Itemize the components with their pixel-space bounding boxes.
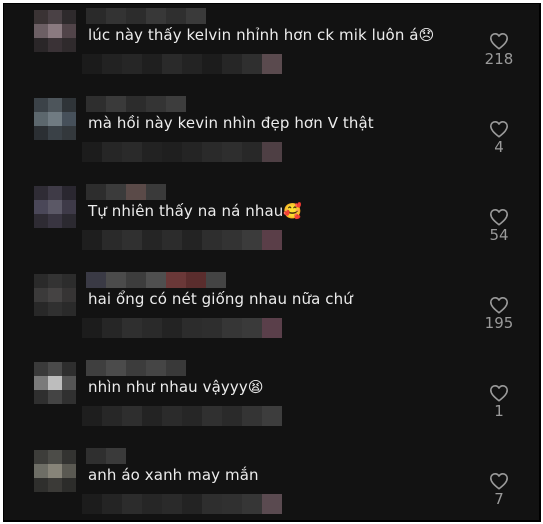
username-redacted[interactable] (86, 360, 186, 376)
comment-text-body: Tự nhiên thấy na ná nhau (88, 202, 284, 220)
comment-item: hai ổng có nét giống nhau nữa chứ 195 (4, 272, 539, 360)
username-redacted[interactable] (86, 8, 206, 24)
comment-emoji: 🥰 (283, 202, 303, 220)
avatar[interactable] (34, 98, 76, 140)
avatar[interactable] (34, 274, 76, 316)
comment-text-body: hai ổng có nét giống nhau nữa chứ (88, 290, 353, 308)
like-count: 7 (494, 490, 504, 508)
comment-emoji: 😞 (418, 26, 435, 44)
comment-list: lúc này thấy kelvin nhỉnh hơn ck mik luô… (3, 3, 541, 522)
avatar[interactable] (34, 362, 76, 404)
comment-text-body: lúc này thấy kelvin nhỉnh hơn ck mik luô… (88, 26, 419, 44)
like-count: 1 (494, 402, 504, 420)
like-count: 195 (484, 314, 514, 332)
comment-text: nhìn như nhau vậyyy😫 (88, 378, 264, 396)
comment-meta-redacted (82, 406, 282, 426)
username-redacted[interactable] (86, 272, 226, 288)
comment-item: lúc này thấy kelvin nhỉnh hơn ck mik luô… (4, 8, 539, 96)
heart-outline-icon[interactable] (489, 296, 509, 314)
comment-emoji: 😫 (247, 378, 264, 396)
heart-outline-icon[interactable] (489, 120, 509, 138)
comment-item: anh áo xanh may mắn 7 (4, 448, 539, 520)
comment-meta-redacted (82, 230, 282, 250)
avatar[interactable] (34, 186, 76, 228)
comment-text-body: mà hồi này kevin nhìn đẹp hơn V thật (88, 114, 374, 132)
heart-outline-icon[interactable] (489, 208, 509, 226)
like-count: 4 (494, 138, 504, 156)
comment-meta-redacted (82, 494, 282, 514)
comment-text: anh áo xanh may mắn (88, 466, 259, 484)
comment-item: Tự nhiên thấy na ná nhau🥰 54 (4, 184, 539, 272)
comment-item: mà hồi này kevin nhìn đẹp hơn V thật 4 (4, 96, 539, 184)
comment-text: Tự nhiên thấy na ná nhau🥰 (88, 202, 302, 220)
comment-text: mà hồi này kevin nhìn đẹp hơn V thật (88, 114, 374, 132)
comment-meta-redacted (82, 142, 282, 162)
username-redacted[interactable] (86, 96, 186, 112)
comment-text: lúc này thấy kelvin nhỉnh hơn ck mik luô… (88, 26, 434, 44)
comment-text-body: anh áo xanh may mắn (88, 466, 259, 484)
heart-outline-icon[interactable] (489, 32, 509, 50)
like-count: 54 (489, 226, 509, 244)
username-redacted[interactable] (86, 184, 166, 200)
like-count: 218 (484, 50, 514, 68)
comment-meta-redacted (82, 54, 282, 74)
comment-item: nhìn như nhau vậyyy😫 1 (4, 360, 539, 448)
heart-outline-icon[interactable] (489, 472, 509, 490)
comment-text-body: nhìn như nhau vậyyy (88, 378, 248, 396)
avatar[interactable] (34, 10, 76, 52)
comment-text: hai ổng có nét giống nhau nữa chứ (88, 290, 353, 308)
comment-meta-redacted (82, 318, 282, 338)
username-redacted[interactable] (86, 448, 126, 464)
avatar[interactable] (34, 450, 76, 492)
heart-outline-icon[interactable] (489, 384, 509, 402)
